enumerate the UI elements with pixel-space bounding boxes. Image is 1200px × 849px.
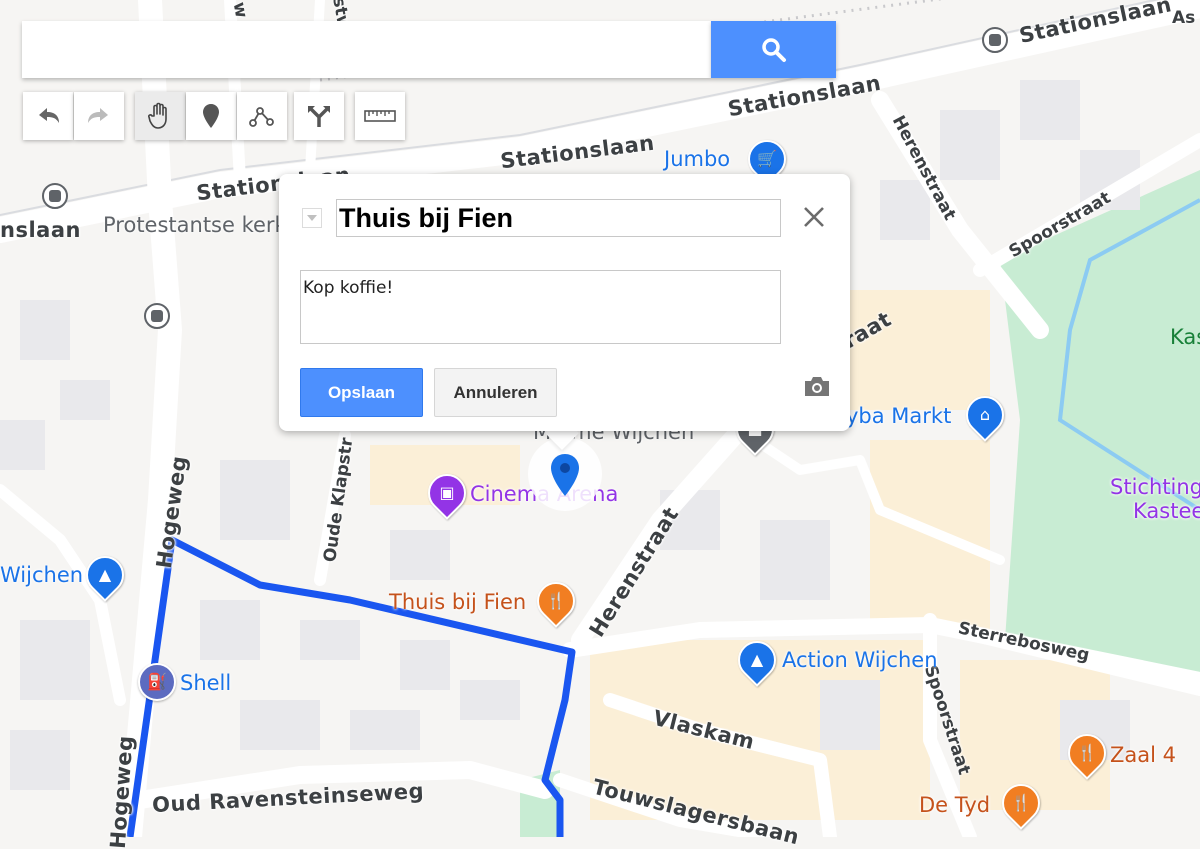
edit-marker-popup: Kop koffie! Opslaan Annuleren bbox=[279, 174, 850, 431]
search-button[interactable] bbox=[711, 21, 836, 78]
measure-button[interactable] bbox=[355, 92, 405, 140]
hand-icon bbox=[148, 102, 167, 129]
poi-label-jumbo[interactable]: Jumbo bbox=[664, 147, 730, 171]
close-icon bbox=[804, 207, 824, 227]
building bbox=[390, 530, 450, 580]
poi-label-wijchen[interactable]: Wijchen bbox=[0, 563, 83, 587]
redo-button[interactable] bbox=[74, 92, 124, 140]
poi-label-protestantse[interactable]: Protestantse kerk bbox=[103, 213, 287, 237]
search-icon bbox=[761, 37, 786, 62]
shopping-bag-icon: ▲ bbox=[750, 650, 764, 669]
redo-arrow-icon bbox=[88, 108, 108, 123]
bus-stop-icon[interactable] bbox=[42, 183, 68, 209]
cancel-button[interactable]: Annuleren bbox=[434, 368, 557, 417]
poi-label-zaal[interactable]: Zaal 4 bbox=[1110, 743, 1176, 767]
poi-label-action[interactable]: Action Wijchen bbox=[782, 648, 938, 672]
building bbox=[820, 680, 880, 750]
marker-title-field[interactable] bbox=[336, 199, 781, 237]
building bbox=[400, 640, 450, 690]
route-fork-icon bbox=[308, 106, 330, 127]
shopping-cart-icon: 🛒 bbox=[757, 149, 777, 168]
add-marker-button[interactable] bbox=[186, 92, 236, 140]
building bbox=[300, 620, 360, 660]
poi-label-shell[interactable]: Shell bbox=[180, 671, 231, 695]
building bbox=[880, 180, 930, 240]
building bbox=[350, 710, 420, 750]
style-dropdown[interactable] bbox=[302, 208, 322, 228]
search-input[interactable] bbox=[22, 21, 711, 78]
building bbox=[60, 380, 110, 420]
building bbox=[200, 600, 260, 660]
building bbox=[1020, 80, 1080, 140]
building bbox=[20, 300, 70, 360]
map-pin-icon bbox=[551, 454, 579, 496]
restaurant-icon: 🍴 bbox=[546, 591, 566, 610]
block-commercial bbox=[850, 290, 990, 410]
camera-icon bbox=[805, 377, 829, 396]
poi-label-stichting[interactable]: Stichting bbox=[1110, 475, 1200, 499]
search-box[interactable] bbox=[22, 21, 711, 78]
road-label-as: As bbox=[1172, 8, 1196, 28]
map-pin-icon bbox=[203, 104, 219, 128]
undo-button[interactable] bbox=[23, 92, 73, 140]
bus-stop-icon[interactable] bbox=[144, 303, 170, 329]
poi-pin-shell[interactable]: ⛽ bbox=[138, 663, 176, 701]
store-icon: ⌂ bbox=[979, 405, 991, 424]
pan-tool-button[interactable] bbox=[135, 92, 185, 140]
poi-label-markt[interactable]: yba Markt bbox=[846, 404, 951, 428]
directions-button[interactable] bbox=[294, 92, 344, 140]
road-label-w: w bbox=[228, 0, 252, 20]
building bbox=[940, 110, 1000, 180]
bus-stop-icon[interactable] bbox=[982, 27, 1008, 53]
building bbox=[760, 520, 830, 600]
restaurant-icon: 🍴 bbox=[1011, 793, 1031, 812]
undo-arrow-icon bbox=[39, 108, 59, 123]
building bbox=[460, 680, 520, 720]
building bbox=[240, 700, 320, 750]
draw-line-icon bbox=[249, 107, 274, 127]
poi-label-kas[interactable]: Kas bbox=[1170, 325, 1200, 349]
shopping-bag-icon: ▲ bbox=[98, 565, 112, 584]
film-icon: ▣ bbox=[439, 483, 455, 502]
building bbox=[0, 420, 45, 470]
close-button[interactable] bbox=[799, 202, 829, 232]
road-label-stationslaan: nslaan bbox=[0, 218, 81, 242]
save-button[interactable]: Opslaan bbox=[300, 368, 423, 417]
building bbox=[220, 460, 290, 540]
marker-description-field[interactable]: Kop koffie! bbox=[300, 270, 781, 344]
selected-marker[interactable] bbox=[528, 437, 602, 511]
building bbox=[10, 730, 70, 790]
poi-label-stichting-2[interactable]: Kastee bbox=[1133, 499, 1200, 523]
building bbox=[20, 620, 90, 700]
draw-line-button[interactable] bbox=[237, 92, 287, 140]
fuel-icon: ⛽ bbox=[147, 672, 167, 691]
add-photo-button[interactable] bbox=[803, 374, 831, 398]
ruler-icon bbox=[364, 110, 396, 122]
poi-label-detyd[interactable]: De Tyd bbox=[919, 793, 990, 817]
poi-label-thuis[interactable]: Thuis bij Fien bbox=[389, 590, 526, 614]
restaurant-icon: 🍴 bbox=[1077, 743, 1097, 762]
